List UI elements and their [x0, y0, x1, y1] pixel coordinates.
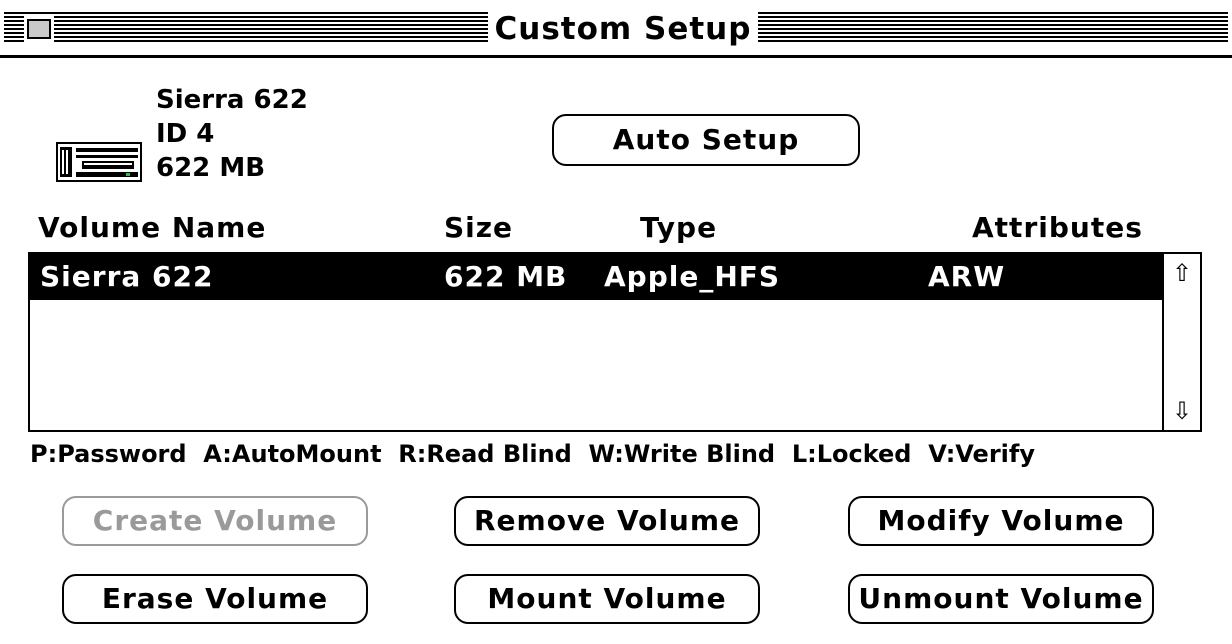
mount-volume-button[interactable]: Mount Volume — [454, 574, 760, 624]
row-size: 622 MB — [444, 260, 568, 293]
column-header-size: Size — [444, 211, 514, 244]
window-title: Custom Setup — [488, 10, 758, 48]
drive-capacity: 622 MB — [156, 153, 266, 183]
table-row[interactable]: Sierra 622 622 MB Apple_HFS ARW — [30, 254, 1162, 300]
attributes-legend: P:Password A:AutoMount R:Read Blind W:Wr… — [30, 440, 1035, 468]
remove-volume-button[interactable]: Remove Volume — [454, 496, 760, 546]
auto-setup-button[interactable]: Auto Setup — [552, 114, 860, 166]
column-header-type: Type — [640, 211, 718, 244]
create-volume-button[interactable]: Create Volume — [62, 496, 368, 546]
title-bar-stripes-right — [758, 12, 1228, 44]
volume-list[interactable]: Sierra 622 622 MB Apple_HFS ARW ⇧ ⇩ — [28, 252, 1202, 432]
column-header-volume-name: Volume Name — [38, 211, 267, 244]
unmount-volume-button[interactable]: Unmount Volume — [848, 574, 1154, 624]
drive-id: ID 4 — [156, 119, 215, 149]
scroll-down-arrow-icon[interactable]: ⇩ — [1164, 394, 1200, 428]
hard-drive-icon — [56, 142, 142, 182]
custom-setup-window: Custom Setup Sierra 622 ID 4 622 MB Auto… — [0, 0, 1232, 644]
scroll-up-arrow-icon[interactable]: ⇧ — [1164, 256, 1200, 290]
erase-volume-button[interactable]: Erase Volume — [62, 574, 368, 624]
row-attributes: ARW — [928, 260, 1006, 293]
row-type: Apple_HFS — [604, 260, 781, 293]
modify-volume-button[interactable]: Modify Volume — [848, 496, 1154, 546]
list-scrollbar[interactable]: ⇧ ⇩ — [1162, 254, 1200, 430]
title-bar[interactable]: Custom Setup — [0, 0, 1232, 58]
row-volume-name: Sierra 622 — [40, 260, 214, 293]
close-box-icon[interactable] — [24, 16, 54, 42]
drive-name: Sierra 622 — [156, 85, 308, 115]
column-header-attributes: Attributes — [972, 211, 1143, 244]
title-bar-stripes-left — [4, 12, 488, 44]
close-box-inner — [27, 19, 51, 39]
